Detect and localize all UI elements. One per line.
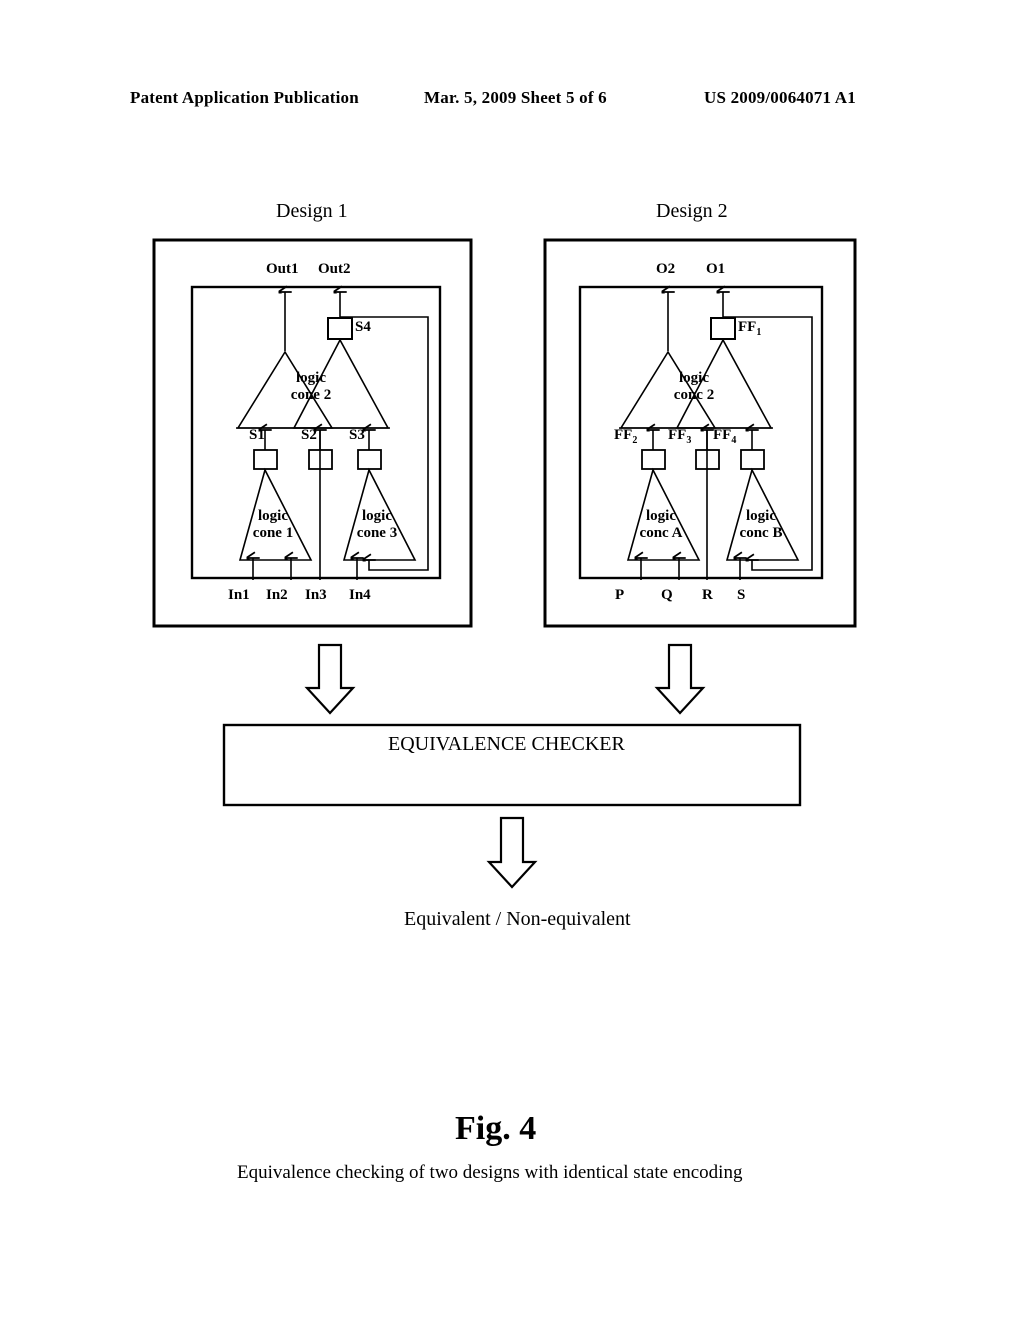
- design1-register-label-s2: S2: [301, 427, 317, 443]
- design1-register-s1: [253, 449, 278, 470]
- design2-cone2-label: logic conc 2: [664, 370, 724, 404]
- design2-cone2-line1: logic: [679, 370, 709, 386]
- design2-register-ff1-base: FF: [738, 319, 757, 335]
- design2-output-label-o1: O1: [706, 261, 726, 277]
- design2-cone2-line2: conc 2: [673, 387, 715, 403]
- design1-register-label-s4: S4: [355, 319, 371, 335]
- figure-number: Fig. 4: [455, 1110, 537, 1147]
- result-label: Equivalent / Non-equivalent: [404, 908, 631, 930]
- design2-input-label-s: S: [737, 587, 746, 603]
- design2-register-label-ff1: FF1: [738, 320, 761, 338]
- design2-register-label-ff4: FF4: [713, 428, 736, 446]
- design2-coneA-line2: conc A: [639, 525, 683, 541]
- design1-cone1-label: logic cone 1: [243, 508, 303, 542]
- design2-register-ff4-sub: 4: [731, 435, 737, 446]
- design1-register-label-s1: S1: [249, 427, 265, 443]
- design2-register-ff3-sub: 3: [686, 435, 692, 446]
- design1-cone3-label: logic cone 3: [347, 508, 407, 542]
- design2-register-ff4: [740, 449, 765, 470]
- design2-coneB-label: logic conc B: [730, 508, 792, 542]
- design2-state-registers: [641, 430, 765, 470]
- design2-input-label-r: R: [702, 587, 713, 603]
- design2-register-label-ff3: FF3: [668, 428, 691, 446]
- design2-coneA-label: logic conc A: [630, 508, 692, 542]
- design1-cone3-line1: logic: [362, 508, 392, 524]
- design2-input-label-p: P: [615, 587, 625, 603]
- design2-block: [543, 238, 857, 628]
- design2-coneB-line2: conc B: [739, 525, 783, 541]
- design1-cone2-line1: logic: [296, 370, 326, 386]
- design1-input-label-in1: In1: [228, 587, 250, 603]
- design1-register-s4: [327, 317, 353, 340]
- figure-caption: Equivalence checking of two designs with…: [237, 1162, 743, 1183]
- design1-input-label-in2: In2: [266, 587, 288, 603]
- design2-register-ff4-base: FF: [713, 427, 732, 443]
- design1-cone2-label: logic cone 2: [281, 370, 341, 404]
- flow-arrow-checker-to-result: [486, 816, 538, 889]
- design1-output-label-out1: Out1: [266, 261, 299, 277]
- design2-register-ff1-sub: 1: [756, 327, 762, 338]
- design1-cone1-line1: logic: [258, 508, 288, 524]
- flow-arrow-design1-to-checker: [304, 643, 356, 715]
- design1-input-label-in3: In3: [305, 587, 327, 603]
- design1-cone1-line2: cone 1: [252, 525, 294, 541]
- design2-register-ff3-base: FF: [668, 427, 687, 443]
- patent-page: Patent Application Publication Mar. 5, 2…: [0, 0, 1024, 1320]
- design1-register-label-s3: S3: [349, 427, 365, 443]
- design2-register-ff1: [710, 317, 736, 340]
- design1-input-label-in4: In4: [349, 587, 371, 603]
- design1-cone3-line2: cone 3: [356, 525, 398, 541]
- design2-coneB-line1: logic: [746, 508, 776, 524]
- design2-input-label-q: Q: [661, 587, 673, 603]
- equivalence-checker-label: EQUIVALENCE CHECKER: [388, 733, 625, 755]
- design1-register-s3: [357, 449, 382, 470]
- design2-register-label-ff2: FF2: [614, 428, 637, 446]
- design2-output-label-o2: O2: [656, 261, 676, 277]
- design2-register-ff2-base: FF: [614, 427, 633, 443]
- flow-arrow-design2-to-checker: [654, 643, 706, 715]
- design2-coneA-line1: logic: [646, 508, 676, 524]
- design1-cone2-line2: cone 2: [290, 387, 332, 403]
- design2-outer-box: [543, 238, 857, 628]
- design2-register-ff2-sub: 2: [632, 435, 638, 446]
- design1-output-label-out2: Out2: [318, 261, 351, 277]
- design2-register-ff2: [641, 449, 666, 470]
